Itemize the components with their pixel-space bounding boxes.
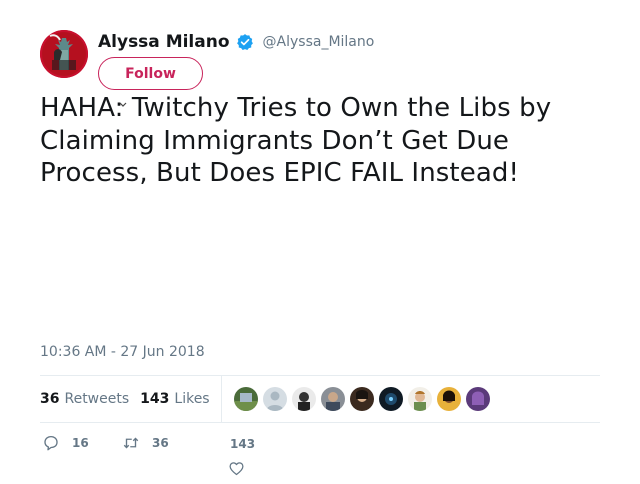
reply-action[interactable]: 16 xyxy=(42,434,89,452)
retweets-stat[interactable]: 36 Retweets xyxy=(40,391,129,407)
author-name-row: Alyssa Milano @Alyssa_Milano xyxy=(98,32,374,52)
liker-avatars xyxy=(233,387,495,411)
liker-avatar-9[interactable] xyxy=(465,387,490,411)
reply-icon xyxy=(44,435,58,451)
tweet-card: Alyssa Milano @Alyssa_Milano Follow HAHA… xyxy=(0,0,640,484)
retweet-action[interactable]: 36 xyxy=(122,434,169,452)
heart-icon[interactable] xyxy=(228,460,245,477)
cursor-caret-icon xyxy=(119,102,127,107)
liker-avatar-4[interactable] xyxy=(320,387,345,411)
verified-badge-icon xyxy=(236,33,254,51)
liker-avatar-7[interactable] xyxy=(407,387,432,411)
author-avatar[interactable] xyxy=(40,30,88,78)
retweets-count: 36 xyxy=(40,391,60,407)
likes-count: 143 xyxy=(140,391,170,407)
liker-avatar-8[interactable] xyxy=(436,387,461,411)
stats-separator xyxy=(220,376,222,422)
liker-avatar-3[interactable] xyxy=(291,387,316,411)
follow-button[interactable]: Follow xyxy=(98,57,203,90)
author-display-name[interactable]: Alyssa Milano xyxy=(98,32,230,52)
retweet-icon xyxy=(123,437,139,449)
statue-of-liberty-avatar-icon xyxy=(40,30,88,78)
author-handle[interactable]: @Alyssa_Milano xyxy=(263,34,375,50)
retweets-label: Retweets xyxy=(64,391,130,407)
retweet-count: 36 xyxy=(152,436,169,450)
liker-avatar-1[interactable] xyxy=(233,387,258,411)
tweet-timestamp[interactable]: 10:36 AM - 27 Jun 2018 xyxy=(40,344,205,360)
liker-avatar-2[interactable] xyxy=(262,387,287,411)
likes-label: Likes xyxy=(174,391,210,407)
likes-stat[interactable]: 143 Likes xyxy=(140,391,209,407)
divider-bottom xyxy=(40,422,600,423)
engagement-stats: 36 Retweets 143 Likes xyxy=(40,376,495,422)
reply-count: 16 xyxy=(72,436,89,450)
like-action-count[interactable]: 143 xyxy=(230,437,255,451)
liker-avatar-6[interactable] xyxy=(378,387,403,411)
liker-avatar-5[interactable] xyxy=(349,387,374,411)
